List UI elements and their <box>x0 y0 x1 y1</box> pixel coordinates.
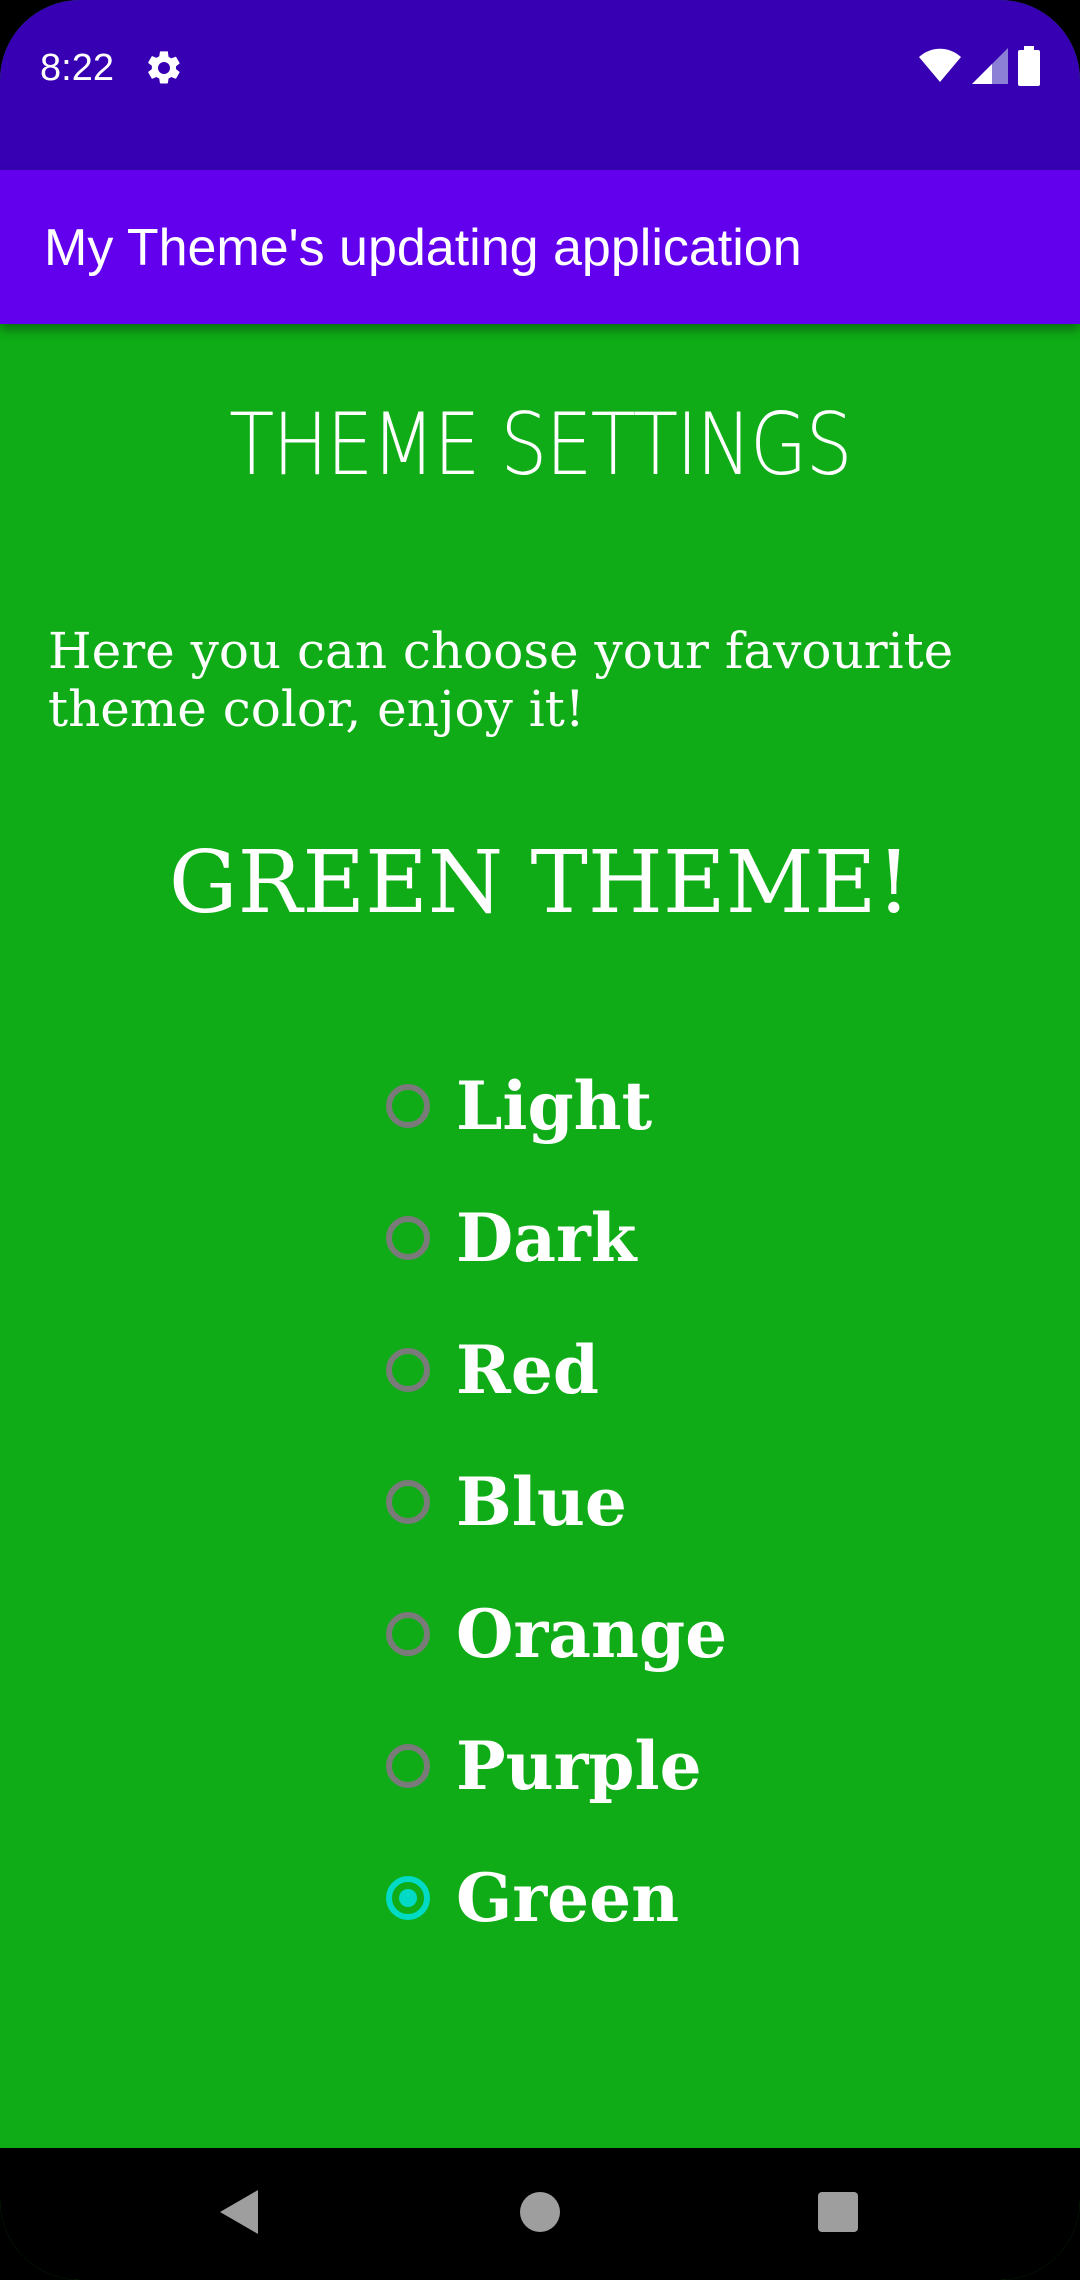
home-icon <box>519 2191 561 2238</box>
radio-label[interactable]: Orange <box>456 1592 727 1676</box>
radio-button-checked-icon[interactable] <box>386 1876 430 1920</box>
current-theme-label: GREEN THEME! <box>168 833 912 933</box>
home-button[interactable] <box>460 2148 620 2280</box>
radio-label[interactable]: Red <box>456 1328 599 1412</box>
theme-option-red[interactable]: Red <box>382 1328 982 1460</box>
radio-label[interactable]: Green <box>456 1856 679 1940</box>
radio-button-icon[interactable] <box>386 1348 430 1392</box>
radio-button-icon[interactable] <box>386 1216 430 1260</box>
device-screen: 8:22 My Theme's updating application THE… <box>0 0 1080 2280</box>
theme-option-green[interactable]: Green <box>382 1856 982 1988</box>
radio-label[interactable]: Purple <box>456 1724 702 1808</box>
back-icon <box>218 2188 262 2241</box>
wifi-icon <box>918 48 962 89</box>
settings-icon <box>144 48 184 88</box>
intro-text: Here you can choose your favourite theme… <box>48 622 954 738</box>
theme-option-dark[interactable]: Dark <box>382 1196 982 1328</box>
recents-icon <box>817 2191 859 2238</box>
theme-option-purple[interactable]: Purple <box>382 1724 982 1856</box>
status-bar: 8:22 <box>0 0 1080 170</box>
battery-icon <box>1018 45 1040 91</box>
app-title: My Theme's updating application <box>44 219 802 277</box>
theme-option-orange[interactable]: Orange <box>382 1592 982 1724</box>
radio-label[interactable]: Dark <box>456 1196 637 1280</box>
radio-label[interactable]: Light <box>456 1064 652 1148</box>
settings-heading: THEME SETTINGS <box>229 395 852 495</box>
radio-dot <box>399 1889 417 1907</box>
radio-button-icon[interactable] <box>386 1084 430 1128</box>
theme-option-blue[interactable]: Blue <box>382 1460 982 1592</box>
theme-radio-group: Light Dark Red Blue Orange Purple Green <box>382 1064 982 1988</box>
status-time: 8:22 <box>40 47 114 89</box>
back-button[interactable] <box>160 2148 320 2280</box>
radio-button-icon[interactable] <box>386 1612 430 1656</box>
theme-option-light[interactable]: Light <box>382 1064 982 1196</box>
status-indicators <box>918 45 1040 91</box>
radio-button-icon[interactable] <box>386 1480 430 1524</box>
radio-label[interactable]: Blue <box>456 1460 627 1544</box>
theme-settings-content: THEME SETTINGS Here you can choose your … <box>0 324 1080 2148</box>
radio-button-icon[interactable] <box>386 1744 430 1788</box>
navigation-bar <box>0 2148 1080 2280</box>
signal-icon <box>972 47 1008 89</box>
recents-button[interactable] <box>758 2148 918 2280</box>
app-bar: My Theme's updating application <box>0 170 1080 324</box>
